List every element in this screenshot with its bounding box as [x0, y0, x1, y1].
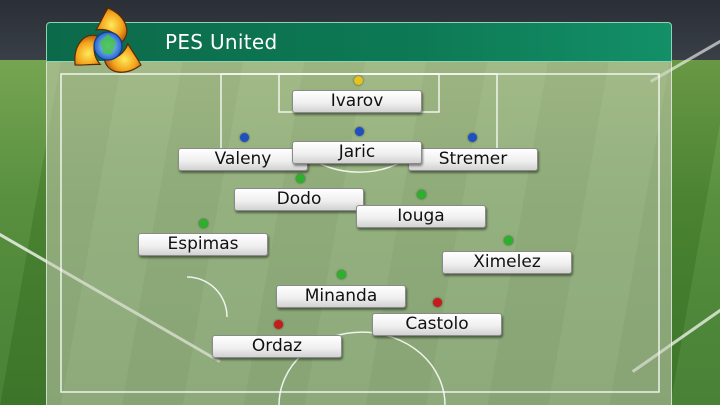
team-name: PES United — [165, 30, 278, 54]
position-dot — [274, 320, 283, 329]
player-name: Iouga — [356, 205, 486, 228]
position-dot — [296, 174, 305, 183]
player-name: Castolo — [372, 313, 502, 336]
position-dot — [504, 236, 513, 245]
player-name: Stremer — [408, 148, 538, 171]
position-dot — [354, 76, 363, 85]
team-logo-icon — [74, 7, 142, 73]
player-name: Minanda — [276, 285, 406, 308]
player-name: Espimas — [138, 233, 268, 256]
position-dot — [417, 190, 426, 199]
player-name: Ordaz — [212, 335, 342, 358]
position-dot — [355, 127, 364, 136]
player-name: Valeny — [178, 148, 308, 171]
player-name: Ivarov — [292, 90, 422, 113]
player-name: Dodo — [234, 188, 364, 211]
player-name: Ximelez — [442, 251, 572, 274]
position-dot — [240, 133, 249, 142]
position-dot — [433, 298, 442, 307]
position-dot — [337, 270, 346, 279]
position-dot — [468, 133, 477, 142]
position-dot — [199, 219, 208, 228]
player-name: Jaric — [292, 141, 422, 164]
